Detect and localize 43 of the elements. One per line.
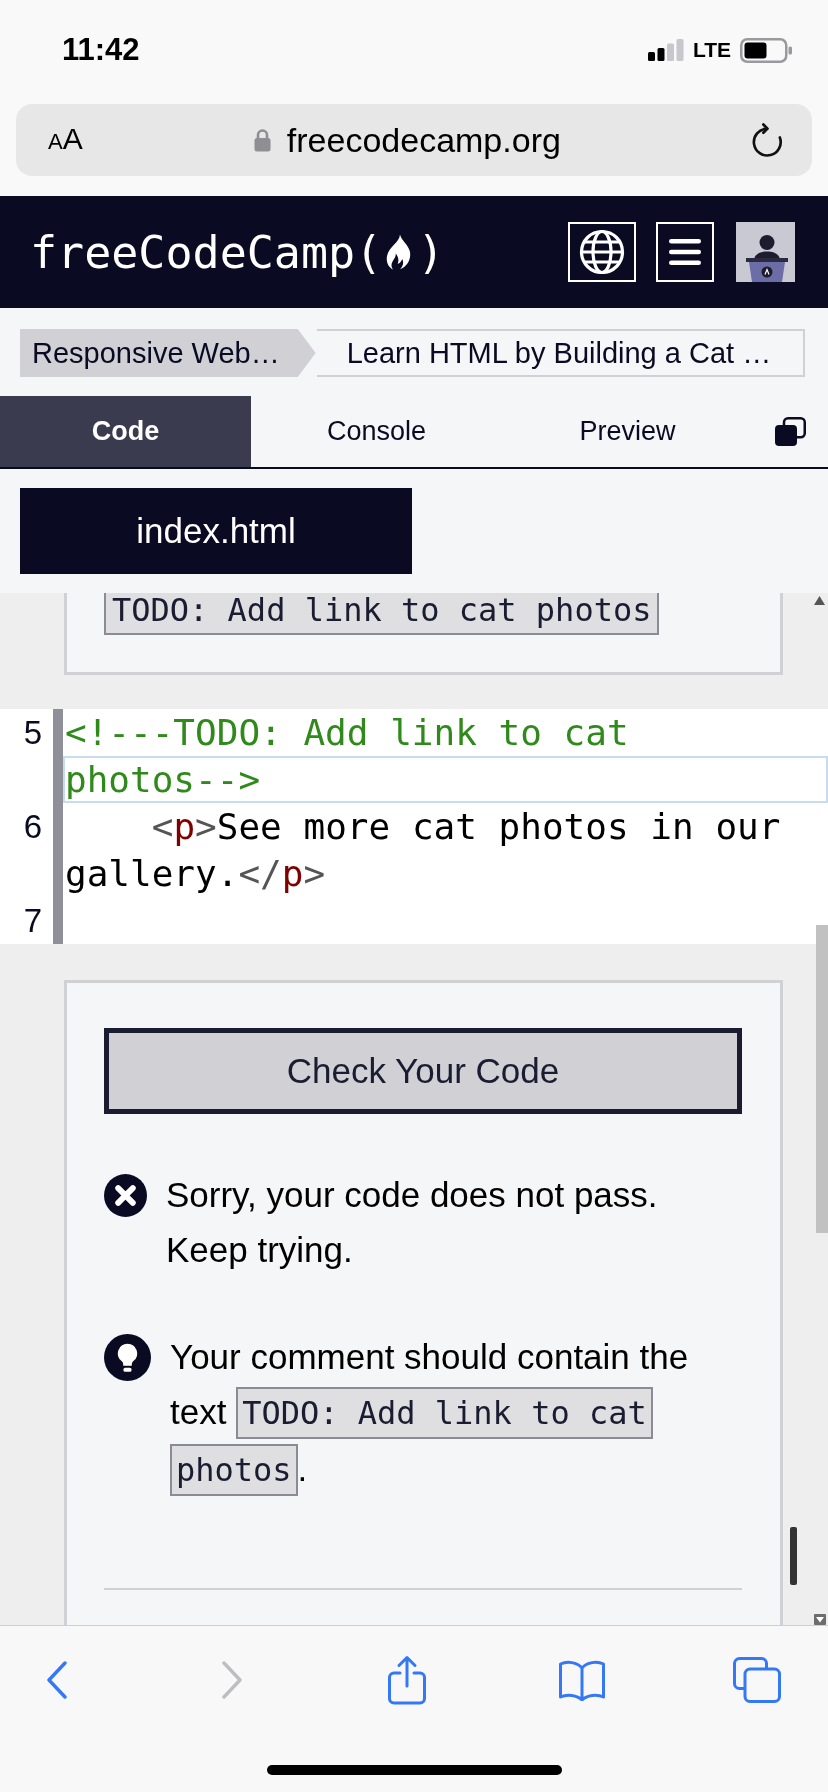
lightbulb-icon (104, 1334, 151, 1381)
profile-button[interactable] (736, 222, 795, 282)
menu-icon (669, 238, 701, 266)
signal-icon (647, 39, 684, 61)
overlapping-squares-icon[interactable] (733, 1657, 781, 1703)
line-number: 7 (0, 897, 63, 944)
x-circle-icon (104, 1174, 147, 1217)
line-number: 6 (0, 803, 63, 897)
breadcrumb-link[interactable]: Learn HTML by Building a Cat … (316, 329, 805, 377)
network-label: LTE (692, 38, 731, 62)
text-size-button[interactable]: AA (48, 120, 83, 160)
logo-text[interactable]: ) (417, 225, 445, 279)
reload-icon[interactable] (752, 123, 784, 157)
code-line[interactable]: <!---TODO: Add link to cat photos--> (63, 709, 828, 803)
tab[interactable]: Console (251, 396, 502, 467)
menu-button[interactable] (656, 222, 714, 282)
book-icon[interactable] (558, 1659, 606, 1701)
scrollbar-thumb[interactable] (790, 1527, 797, 1585)
line-number: 5 (0, 709, 63, 803)
language-button[interactable] (568, 222, 636, 282)
chevron-left-icon[interactable] (46, 1661, 68, 1699)
globe-icon (579, 229, 625, 275)
tab[interactable]: Preview (502, 396, 753, 467)
share-icon[interactable] (387, 1655, 427, 1705)
lock-icon (253, 128, 271, 152)
breadcrumb-link[interactable]: Responsive Web… (20, 329, 316, 377)
check-code-button[interactable]: Check Your Code (104, 1028, 742, 1114)
scrollbar-thumb[interactable] (816, 925, 828, 1233)
logo-text[interactable]: freeCodeCamp( (30, 225, 383, 279)
url-text: freecodecamp.org (286, 120, 561, 160)
address-bar[interactable]: AA freecodecamp.org (16, 104, 812, 176)
code-line[interactable]: <p>See more cat photos in our gallery.</p> (63, 803, 828, 897)
tab[interactable]: Code (0, 396, 251, 467)
file-tab[interactable]: index.html (20, 488, 412, 574)
battery-icon (740, 37, 792, 63)
stacked-squares-icon[interactable] (775, 417, 806, 446)
flame-icon (386, 234, 413, 270)
triangle-down-icon[interactable] (814, 1614, 826, 1625)
status-time: 11:42 (62, 32, 140, 68)
triangle-up-icon[interactable] (814, 596, 825, 605)
error-message: Sorry, your code does not pass. Keep trying. (166, 1174, 659, 1271)
code-snippet: TODO: Add link to cat photos (104, 593, 660, 635)
person-at-laptop-icon (745, 234, 788, 282)
